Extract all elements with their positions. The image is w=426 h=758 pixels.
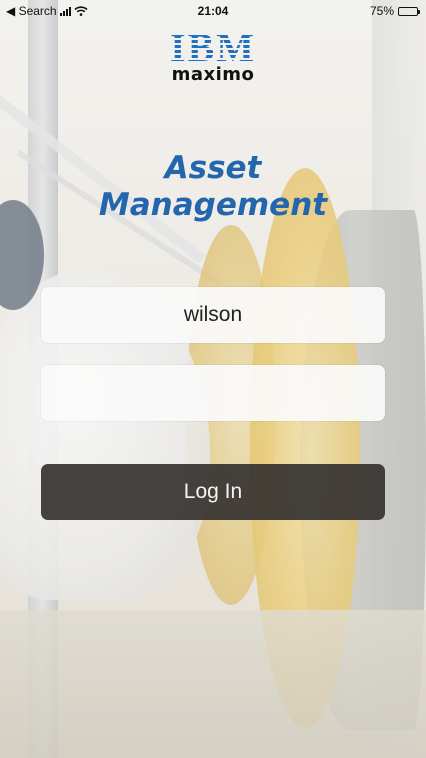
ibm-logo: IBM	[170, 25, 256, 70]
title-line-2: Management	[98, 187, 328, 223]
username-input[interactable]	[41, 287, 385, 343]
login-button[interactable]: Log In	[41, 464, 385, 520]
battery-icon	[398, 6, 420, 16]
app-title: Asset Management	[0, 150, 426, 224]
battery-percent: 75%	[369, 4, 394, 18]
app-logo: IBM maximo	[0, 25, 426, 86]
status-bar: ◀ Search 21:04 75%	[0, 0, 426, 22]
product-name: maximo	[171, 64, 255, 85]
title-line-1: Asset	[164, 150, 262, 186]
clock: 21:04	[197, 4, 229, 18]
password-input[interactable]	[41, 365, 385, 421]
